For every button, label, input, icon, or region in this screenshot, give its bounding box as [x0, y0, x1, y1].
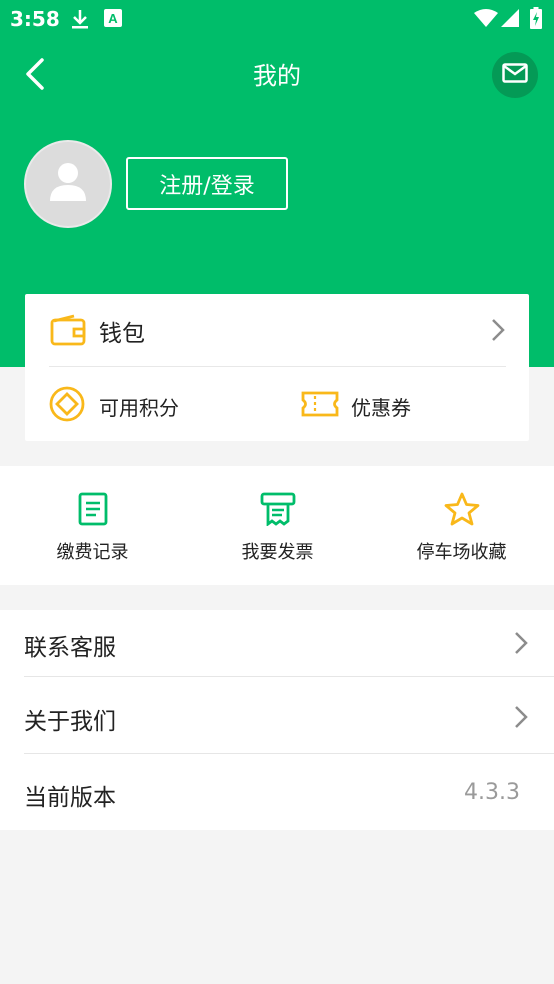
svg-text:A: A [108, 11, 118, 26]
coupon-label: 优惠券 [351, 396, 411, 420]
divider [24, 753, 554, 754]
status-time: 3:58 [10, 7, 60, 31]
coupons[interactable]: 优惠券 [297, 382, 517, 426]
star-outline-icon [444, 492, 480, 530]
wallet-row[interactable]: 钱包 [25, 294, 529, 366]
available-points[interactable]: 可用积分 [25, 382, 275, 426]
chevron-right-icon [514, 631, 528, 659]
request-invoice-label: 我要发票 [241, 542, 314, 563]
payment-records[interactable]: 缴费记录 [0, 466, 185, 585]
contact-support-row[interactable]: 联系客服 [0, 610, 554, 676]
settings-list: 联系客服 关于我们 当前版本 4.3.3 [0, 610, 554, 830]
version-number: 4.3.3 [464, 780, 520, 805]
chevron-right-icon [491, 318, 505, 346]
current-version-label: 当前版本 [24, 785, 116, 811]
wifi-icon [474, 9, 498, 31]
download-icon [70, 8, 90, 34]
battery-charging-icon [530, 7, 542, 33]
status-bar: 3:58 A [0, 0, 554, 38]
user-placeholder-icon [48, 161, 88, 207]
coupon-ticket-icon [301, 391, 339, 421]
request-invoice[interactable]: 我要发票 [185, 466, 370, 585]
register-login-button[interactable]: 注册/登录 [126, 157, 288, 210]
wallet-label: 钱包 [99, 321, 145, 347]
wallet-icon [50, 314, 86, 350]
divider [24, 676, 554, 677]
page-title: 我的 [253, 62, 301, 90]
invoice-printer-icon [260, 492, 296, 530]
points-coin-icon [49, 386, 85, 426]
current-version-row: 当前版本 4.3.3 [0, 760, 554, 826]
parking-favorites-label: 停车场收藏 [416, 542, 507, 563]
about-us-label: 关于我们 [24, 709, 116, 735]
signal-icon [501, 9, 519, 31]
points-label: 可用积分 [99, 396, 179, 420]
wallet-card: 钱包 可用积分 优惠券 [25, 294, 529, 441]
contact-support-label: 联系客服 [24, 635, 116, 661]
envelope-icon [502, 63, 528, 87]
avatar[interactable] [24, 140, 112, 228]
about-us-row[interactable]: 关于我们 [0, 684, 554, 750]
a-notification-icon: A [104, 9, 122, 31]
chevron-right-icon [514, 705, 528, 733]
parking-favorites[interactable]: 停车场收藏 [369, 466, 554, 585]
receipt-list-icon [78, 492, 108, 530]
quick-actions: 缴费记录 我要发票 停车场收藏 [0, 466, 554, 585]
divider [49, 366, 506, 367]
payment-records-label: 缴费记录 [56, 542, 129, 563]
message-button[interactable] [492, 52, 538, 98]
